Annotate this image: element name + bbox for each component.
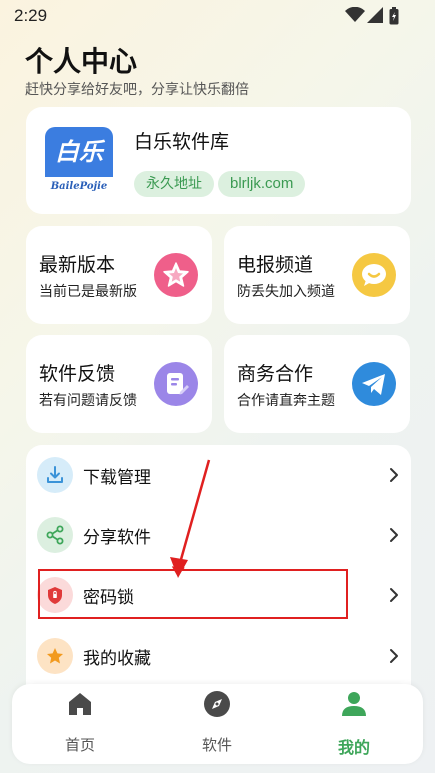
tile-subtitle: 防丢失加入频道 xyxy=(237,284,335,300)
tile-title: 最新版本 xyxy=(39,254,116,276)
user-icon xyxy=(342,692,366,716)
status-icons xyxy=(345,7,405,25)
app-logo: 白乐 BailePojie xyxy=(45,127,113,195)
edit-note-icon xyxy=(154,362,198,406)
chevron-right-icon xyxy=(390,468,398,482)
status-time: 2:29 xyxy=(14,6,48,25)
app-name: 白乐软件库 xyxy=(134,131,230,153)
menu-item-download-manager[interactable]: 下载管理 xyxy=(26,445,411,505)
menu-item-label: 分享软件 xyxy=(83,528,151,548)
nav-label: 首页 xyxy=(64,736,95,754)
star-icon xyxy=(154,253,198,297)
logo-text: 白乐 xyxy=(45,127,113,177)
tile-business-cooperation[interactable]: 商务合作 合作请直奔主题 xyxy=(224,335,410,433)
telegram-icon xyxy=(352,362,396,406)
tile-subtitle: 合作请直奔主题 xyxy=(237,393,335,409)
battery-icon xyxy=(389,7,399,25)
chat-bubble-icon xyxy=(352,253,396,297)
tile-title: 软件反馈 xyxy=(39,363,116,385)
app-info-card[interactable]: 白乐 BailePojie 白乐软件库 永久地址 blrljk.com xyxy=(26,107,411,214)
menu-item-label: 我的收藏 xyxy=(83,649,151,669)
menu-item-share-software[interactable]: 分享软件 xyxy=(26,505,411,565)
tile-title: 电报频道 xyxy=(237,254,314,276)
tile-latest-version[interactable]: 最新版本 当前已是最新版 xyxy=(26,226,212,324)
star-icon xyxy=(37,638,73,674)
download-icon xyxy=(37,457,73,493)
tile-feedback[interactable]: 软件反馈 若有问题请反馈 xyxy=(26,335,212,433)
share-icon xyxy=(37,517,73,553)
bottom-nav: 首页 软件 我的 xyxy=(12,684,423,764)
chevron-right-icon xyxy=(390,649,398,663)
menu-item-my-favorites[interactable]: 我的收藏 xyxy=(26,626,411,686)
nav-label: 软件 xyxy=(201,736,232,754)
page-title: 个人中心 xyxy=(25,45,138,78)
home-icon xyxy=(69,693,91,715)
highlight-box xyxy=(38,569,348,619)
tile-title: 商务合作 xyxy=(237,363,314,385)
page-subtitle: 赶快分享给好友吧，分享让快乐翻倍 xyxy=(25,82,249,98)
tile-telegram-channel[interactable]: 电报频道 防丢失加入频道 xyxy=(224,226,410,324)
compass-icon xyxy=(204,691,230,717)
nav-mine[interactable]: 我的 xyxy=(304,684,404,764)
chevron-right-icon xyxy=(390,528,398,542)
cellular-icon xyxy=(367,7,383,23)
tile-subtitle: 当前已是最新版 xyxy=(39,284,137,300)
tag-permanent-address[interactable]: 永久地址 xyxy=(134,171,214,197)
nav-home[interactable]: 首页 xyxy=(30,684,130,764)
nav-label: 我的 xyxy=(337,738,370,757)
wifi-icon xyxy=(345,7,365,22)
logo-caption: BailePojie xyxy=(50,181,108,192)
tile-subtitle: 若有问题请反馈 xyxy=(39,393,137,409)
tag-domain[interactable]: blrljk.com xyxy=(218,171,306,197)
status-bar: 2:29 xyxy=(0,0,435,32)
menu-item-label: 下载管理 xyxy=(83,468,151,488)
chevron-right-icon xyxy=(390,588,398,602)
nav-software[interactable]: 软件 xyxy=(167,684,267,764)
